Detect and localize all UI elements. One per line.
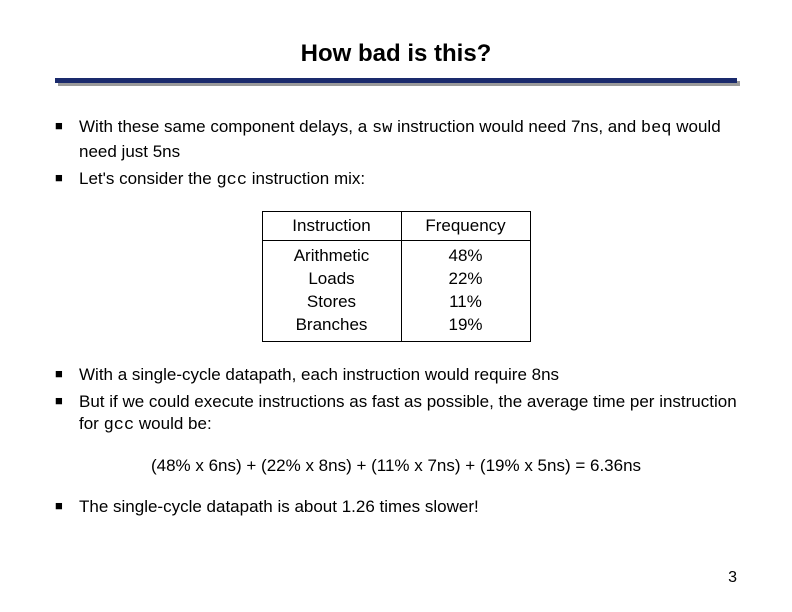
title-rule-bar	[55, 78, 737, 83]
instr-name: Loads	[308, 269, 354, 288]
frequency-table-wrap: Instruction Frequency Arithmetic Loads S…	[55, 211, 737, 342]
page-number: 3	[728, 569, 737, 587]
bullet-item: With a single-cycle datapath, each instr…	[55, 364, 737, 387]
bullet-text: With these same component delays, a	[79, 117, 372, 136]
code-span: sw	[372, 119, 392, 138]
instr-name: Branches	[296, 315, 368, 334]
bullet-text: The single-cycle datapath is about 1.26 …	[79, 497, 479, 516]
bullet-text: instruction mix:	[247, 169, 365, 188]
bullet-item: Let's consider the gcc instruction mix:	[55, 168, 737, 193]
slide-title: How bad is this?	[55, 40, 737, 68]
freq-value: 48%	[448, 246, 482, 265]
bullet-text: Let's consider the	[79, 169, 216, 188]
table-header-cell: Instruction	[262, 211, 401, 240]
code-span: gcc	[104, 416, 135, 435]
bullet-text: With a single-cycle datapath, each instr…	[79, 365, 559, 384]
frequency-table: Instruction Frequency Arithmetic Loads S…	[262, 211, 531, 342]
bullet-list-top: With these same component delays, a sw i…	[55, 116, 737, 193]
table-header-cell: Frequency	[401, 211, 530, 240]
title-rule	[55, 78, 737, 86]
bullet-item: But if we could execute instructions as …	[55, 391, 737, 439]
code-span: gcc	[216, 171, 247, 190]
bullet-item: The single-cycle datapath is about 1.26 …	[55, 496, 737, 519]
freq-value: 19%	[448, 315, 482, 334]
instr-name: Arithmetic	[294, 246, 370, 265]
calculation-line: (48% x 6ns) + (22% x 8ns) + (11% x 7ns) …	[55, 456, 737, 476]
table-header-row: Instruction Frequency	[262, 211, 530, 240]
bullet-text: would be:	[134, 414, 212, 433]
freq-value: 22%	[448, 269, 482, 288]
bullet-text: instruction would need 7ns, and	[392, 117, 641, 136]
table-cell-instructions: Arithmetic Loads Stores Branches	[262, 240, 401, 341]
bullet-list-bot: The single-cycle datapath is about 1.26 …	[55, 496, 737, 519]
table-data-row: Arithmetic Loads Stores Branches 48% 22%…	[262, 240, 530, 341]
bullet-list-mid: With a single-cycle datapath, each instr…	[55, 364, 737, 439]
instr-name: Stores	[307, 292, 356, 311]
table-cell-frequencies: 48% 22% 11% 19%	[401, 240, 530, 341]
slide: How bad is this? With these same compone…	[0, 0, 792, 612]
freq-value: 11%	[449, 292, 482, 311]
bullet-item: With these same component delays, a sw i…	[55, 116, 737, 164]
code-span: beq	[641, 119, 672, 138]
